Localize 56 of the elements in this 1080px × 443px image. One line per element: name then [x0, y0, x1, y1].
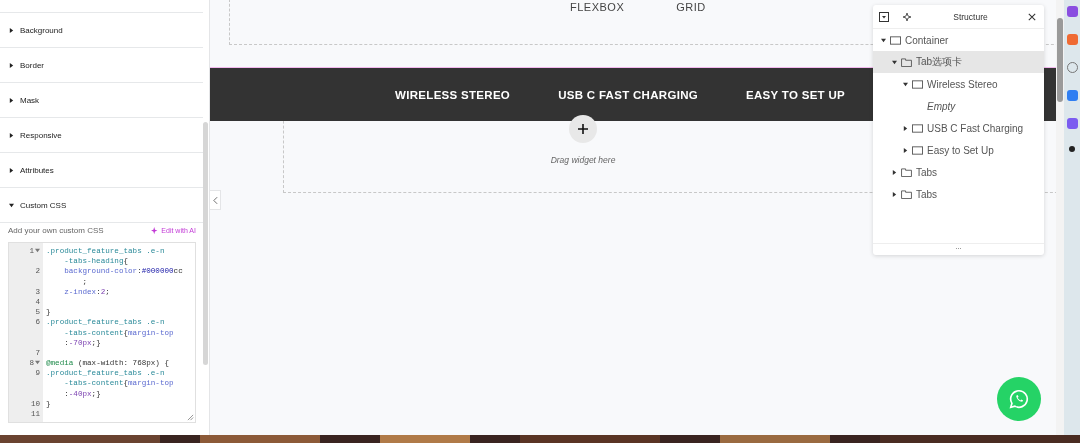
- resize-handle-icon[interactable]: [187, 414, 194, 421]
- caret-icon: [9, 97, 14, 103]
- sparkle-icon: [151, 226, 160, 235]
- tree-item[interactable]: Easy to Set Up: [873, 139, 1044, 161]
- tab-title[interactable]: USB C FAST CHARGING: [558, 88, 698, 101]
- tree-item[interactable]: Tabs: [873, 183, 1044, 205]
- caret-icon[interactable]: [892, 169, 897, 175]
- caret-icon[interactable]: [892, 59, 897, 65]
- section-header[interactable]: Border: [0, 48, 203, 83]
- code-editor[interactable]: [8, 242, 196, 423]
- caret-icon: [9, 62, 14, 68]
- tree-item[interactable]: Tab选项卡: [873, 51, 1044, 73]
- tree-item[interactable]: Wireless Stereo: [873, 73, 1044, 95]
- add-widget-button[interactable]: [569, 115, 597, 143]
- panel-title: Structure: [952, 11, 989, 22]
- app-icon[interactable]: [1069, 146, 1075, 152]
- tree-item[interactable]: Container: [873, 29, 1044, 51]
- caret-icon[interactable]: [892, 191, 897, 197]
- sparkle-icon[interactable]: [903, 11, 913, 22]
- caret-icon[interactable]: [903, 81, 908, 87]
- close-icon[interactable]: [1028, 12, 1036, 21]
- collapse-panel-button[interactable]: [210, 190, 221, 210]
- caret-icon: [9, 167, 14, 173]
- container-icon: [912, 145, 923, 155]
- tree-item[interactable]: Tabs: [873, 161, 1044, 183]
- folder-icon: [901, 57, 912, 67]
- tree-item[interactable]: USB C Fast Charging: [873, 117, 1044, 139]
- container-icon: [912, 79, 923, 89]
- caret-icon: [9, 27, 14, 33]
- more-text[interactable]: ...: [873, 243, 1044, 255]
- tab-title[interactable]: GRID: [676, 1, 706, 13]
- section-header[interactable]: Background: [0, 13, 203, 48]
- caret-icon[interactable]: [881, 37, 886, 43]
- container-icon: [912, 123, 923, 133]
- fold-icon[interactable]: [35, 360, 40, 366]
- caret-icon: [9, 202, 14, 208]
- caret-icon[interactable]: [903, 125, 908, 131]
- drop-hint: Drag widget here: [550, 155, 616, 165]
- section-header[interactable]: Mask: [0, 83, 203, 118]
- tab-title[interactable]: EASY TO SET UP: [746, 88, 845, 101]
- tab-title[interactable]: WIRELESS STEREO: [395, 88, 511, 101]
- tab-title[interactable]: FLEXBOX: [570, 1, 625, 13]
- caret-icon[interactable]: [903, 147, 908, 153]
- chat-bubble-icon: [1008, 388, 1030, 410]
- scrollbar[interactable]: [203, 122, 208, 365]
- scrollbar[interactable]: [1056, 0, 1064, 435]
- container-icon: [890, 35, 901, 45]
- chevron-left-icon: [212, 196, 218, 204]
- plus-icon: [578, 124, 588, 134]
- dropdown-icon[interactable]: [879, 11, 889, 22]
- fold-icon[interactable]: [35, 248, 40, 253]
- folder-icon: [901, 189, 912, 199]
- tree-item[interactable]: Empty: [873, 95, 1044, 117]
- folder-icon: [901, 167, 912, 177]
- hint-text: Add your own custom CSS: [8, 226, 104, 235]
- caret-icon: [9, 132, 14, 138]
